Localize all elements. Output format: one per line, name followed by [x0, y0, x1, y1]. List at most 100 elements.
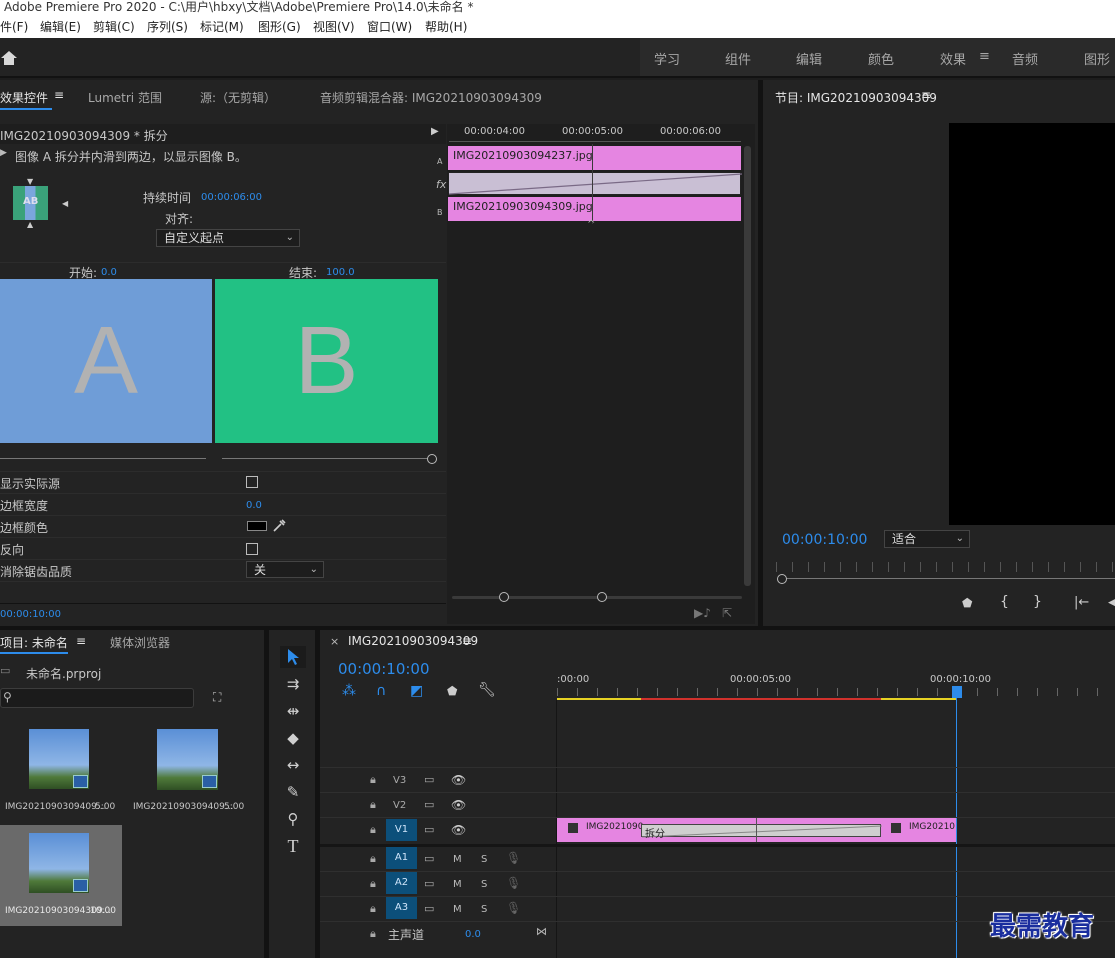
track-a1-target[interactable]: A1	[386, 847, 417, 869]
menu-edit[interactable]: 编辑(E)	[40, 17, 81, 37]
workspace-effects[interactable]: 效果	[940, 49, 966, 68]
tab-lumetri-scopes[interactable]: Lumetri 范围	[88, 89, 162, 106]
start-value[interactable]: 0.0	[101, 267, 117, 278]
panel-menu-icon[interactable]: ≡	[54, 88, 64, 102]
project-search-input[interactable]: ⚲	[0, 688, 194, 708]
reverse-checkbox[interactable]	[246, 543, 258, 555]
mini-timeline-scrollbar[interactable]	[744, 146, 751, 586]
track-v1-target[interactable]: V1	[386, 819, 417, 841]
linked-selection-icon[interactable]: ◩	[410, 683, 423, 699]
home-icon[interactable]	[0, 50, 18, 66]
lock-icon[interactable]: 🔒︎	[370, 927, 376, 941]
effect-controls-timecode[interactable]: 00:00:10:00	[0, 609, 61, 620]
tab-media-browser[interactable]: 媒体浏览器	[110, 634, 170, 651]
menu-sequence[interactable]: 序列(S)	[147, 17, 188, 37]
microphone-icon[interactable]: 🎙︎	[506, 901, 521, 915]
film-toggle-icon[interactable]: ▭	[424, 773, 434, 786]
tab-audio-clip-mixer[interactable]: 音频剪辑混合器: IMG20210903094309	[320, 89, 542, 106]
mute-button[interactable]: M	[453, 854, 462, 865]
pen-tool-icon[interactable]: ✎	[280, 781, 306, 803]
track-a3-target[interactable]: A3	[386, 897, 417, 919]
duration-value[interactable]: 00:00:06:00	[201, 192, 262, 203]
menu-graphics[interactable]: 图形(G)	[258, 17, 301, 37]
end-slider-handle[interactable]	[427, 454, 437, 464]
sync-lock-icon[interactable]: ▭	[424, 902, 434, 915]
lock-icon[interactable]: 🔒︎	[370, 852, 376, 866]
eye-icon[interactable]: 👁︎	[451, 823, 466, 837]
type-tool-icon[interactable]: T	[280, 835, 306, 857]
solo-button[interactable]: S	[481, 854, 487, 865]
thumbnail-arrow-bottom-icon[interactable]: ▲	[27, 220, 33, 229]
mark-in-icon[interactable]: {	[1000, 594, 1009, 610]
program-video-frame[interactable]	[949, 123, 1115, 525]
transition-block[interactable]: 拆分	[641, 824, 882, 840]
sync-lock-icon[interactable]: ▭	[424, 852, 434, 865]
track-v3-label[interactable]: V3	[393, 775, 406, 786]
add-marker-icon[interactable]: ⬟	[447, 684, 457, 698]
program-timecode[interactable]: 00:00:10:00	[782, 532, 867, 548]
panel-menu-icon[interactable]: ≡	[76, 634, 86, 648]
eyedropper-icon[interactable]	[271, 518, 287, 534]
menu-help[interactable]: 帮助(H)	[425, 17, 467, 37]
menu-file[interactable]: 件(F)	[0, 17, 28, 37]
border-color-swatch[interactable]	[247, 521, 267, 531]
description-toggle-icon[interactable]: ▶	[0, 148, 7, 158]
show-source-checkbox[interactable]	[246, 476, 258, 488]
zoom-handle-right[interactable]	[597, 592, 607, 602]
program-monitor-title[interactable]: 节目: IMG20210903094309	[775, 89, 937, 106]
timeline-timecode[interactable]: 00:00:10:00	[338, 660, 430, 678]
workspace-audio[interactable]: 音频	[1012, 49, 1038, 68]
snap-magnet-icon[interactable]: ∩	[376, 683, 386, 699]
playhead-handle[interactable]	[952, 686, 962, 698]
eye-icon[interactable]: 👁︎	[451, 798, 466, 812]
slip-tool-icon[interactable]: ↔	[280, 754, 306, 776]
menu-clip[interactable]: 剪辑(C)	[93, 17, 135, 37]
border-width-value[interactable]: 0.0	[246, 500, 262, 511]
thumbnail-arrow-left-icon[interactable]: ◀	[62, 199, 68, 208]
add-marker-icon[interactable]: ⬟	[962, 596, 972, 610]
zoom-handle-left[interactable]	[499, 592, 509, 602]
close-tab-icon[interactable]: ×	[330, 635, 339, 648]
mini-clip-b[interactable]: IMG20210903094309.jpg	[448, 197, 741, 221]
thumbnail-arrow-top-icon[interactable]: ▼	[27, 177, 33, 186]
end-value[interactable]: 100.0	[326, 267, 355, 278]
mute-button[interactable]: M	[453, 879, 462, 890]
film-toggle-icon[interactable]: ▭	[424, 823, 434, 836]
menu-window[interactable]: 窗口(W)	[367, 17, 412, 37]
track-v2-label[interactable]: V2	[393, 800, 406, 811]
lock-icon[interactable]: 🔒︎	[370, 877, 376, 891]
fit-dropdown[interactable]: 适合 ⌄	[884, 530, 970, 548]
workspace-editing[interactable]: 编辑	[796, 49, 822, 68]
menu-marker[interactable]: 标记(M)	[200, 17, 244, 37]
panel-menu-icon[interactable]: ≡	[462, 634, 472, 648]
program-ruler[interactable]	[776, 562, 1115, 572]
tab-source[interactable]: 源:（无剪辑）	[200, 89, 276, 106]
audio-only-icon[interactable]: ▶♪	[694, 606, 711, 620]
ripple-edit-tool-icon[interactable]: ⇹	[280, 700, 306, 722]
mini-transition-bar[interactable]	[448, 172, 742, 195]
selection-tool-icon[interactable]	[286, 648, 300, 666]
end-slider[interactable]	[222, 458, 428, 459]
expand-triangle-icon[interactable]: ▶	[431, 126, 439, 137]
workspace-learn[interactable]: 学习	[654, 49, 680, 68]
panel-menu-icon[interactable]: ≡	[921, 88, 931, 102]
tab-project[interactable]: 项目: 未命名	[0, 634, 68, 651]
microphone-icon[interactable]: 🎙︎	[506, 851, 521, 865]
wrench-icon[interactable]: 🔧︎	[478, 682, 496, 698]
start-slider[interactable]	[0, 458, 206, 459]
tab-effect-controls[interactable]: 效果控件	[0, 89, 48, 106]
mini-clip-a[interactable]: IMG20210903094237.jpg	[448, 146, 741, 170]
step-back-icon[interactable]: ◀	[1108, 595, 1115, 610]
align-dropdown[interactable]: 自定义起点 ⌄	[156, 229, 300, 247]
razor-tool-icon[interactable]: ◆	[280, 727, 306, 749]
track-select-tool-icon[interactable]: ⇉	[280, 673, 306, 695]
film-toggle-icon[interactable]: ▭	[424, 798, 434, 811]
mini-playhead[interactable]	[592, 144, 593, 224]
lock-icon[interactable]: 🔒︎	[370, 823, 376, 837]
antialias-dropdown[interactable]: 关 ⌄	[246, 561, 324, 578]
menu-view[interactable]: 视图(V)	[313, 17, 355, 37]
hand-tool-icon[interactable]: ⚲	[280, 808, 306, 830]
solo-button[interactable]: S	[481, 879, 487, 890]
program-scrub-handle[interactable]	[777, 574, 787, 584]
track-a2-target[interactable]: A2	[386, 872, 417, 894]
